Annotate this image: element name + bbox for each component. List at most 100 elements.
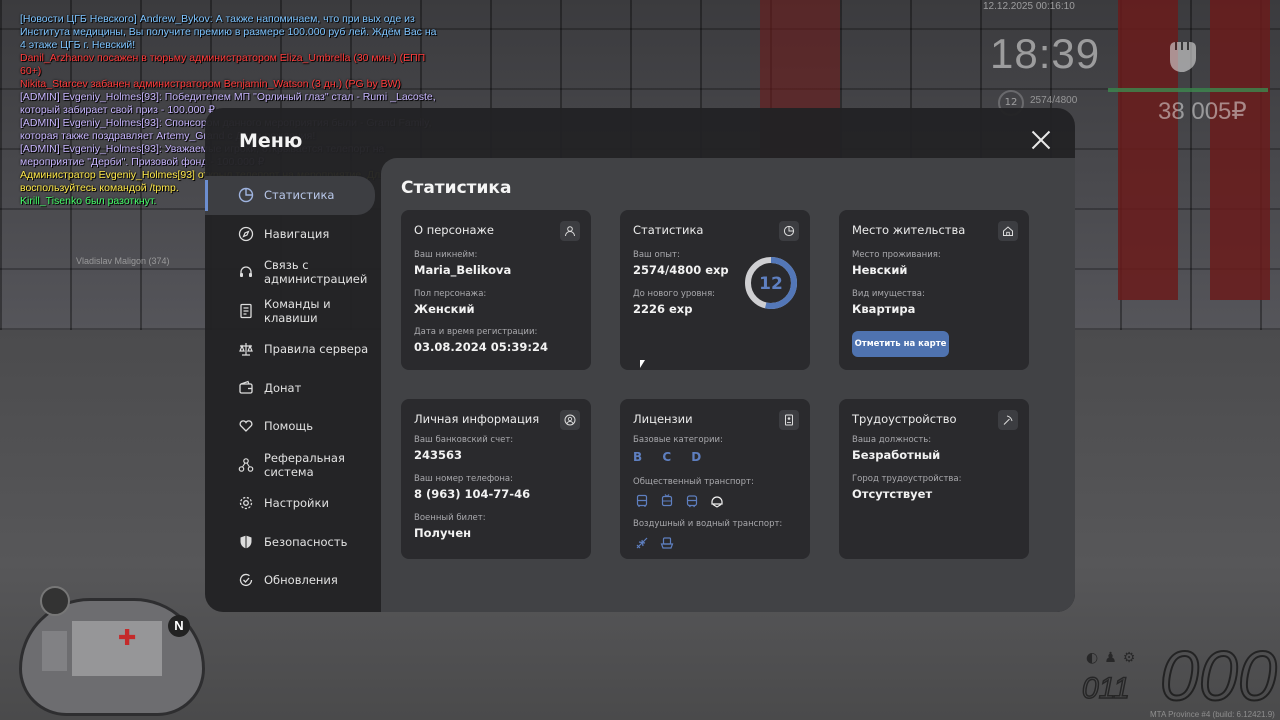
compass-icon: [237, 225, 255, 243]
menu-sidebar: Статистика Навигация Связь с администрац…: [205, 176, 381, 600]
chat-line: Danil_Arzhanov посажен в тюрьму админист…: [20, 52, 429, 77]
sidebar-item-label: Навигация: [264, 226, 330, 241]
field-label: Ваш номер телефона:: [414, 474, 513, 484]
card-title: Место жительства: [852, 223, 966, 237]
sidebar-item-commands[interactable]: Команды и клавиши: [205, 292, 381, 331]
hud-clock: 18:39: [990, 30, 1101, 77]
hospital-icon: ✚: [118, 626, 137, 651]
trolleybus-icon: [658, 492, 675, 509]
heart-hand-icon: [237, 417, 255, 435]
engine-icon: ⚙: [1122, 650, 1142, 666]
sidebar-item-settings[interactable]: Настройки: [205, 484, 381, 523]
phone-value: 8 (963) 104-77-46: [414, 487, 531, 501]
speedometer: 000: [1159, 636, 1278, 716]
field-label: Город трудоустройства:: [852, 474, 962, 484]
sidebar-item-label: Реферальная система: [264, 450, 345, 479]
position-value: Безработный: [852, 448, 941, 462]
helmet-icon: [708, 492, 725, 509]
sidebar-item-label: Правила сервера: [264, 342, 369, 357]
exp-value: 2574/4800 exp: [633, 263, 729, 277]
field-label: Базовые категории:: [633, 435, 723, 445]
personal-info-card: Личная информация Ваш банковский счет: 2…: [401, 399, 591, 559]
hud-money: 38 005₽: [1158, 98, 1247, 125]
sidebar-item-navigation[interactable]: Навигация: [205, 215, 381, 254]
registration-date-value: 03.08.2024 05:39:24: [414, 340, 548, 354]
sidebar-item-donate[interactable]: Донат: [205, 369, 381, 408]
bus-icon: [633, 492, 650, 509]
wallet-icon: [237, 379, 255, 397]
content-panel: Статистика О персонаже Ваш никнейм: Mari…: [381, 158, 1075, 612]
sidebar-item-updates[interactable]: Обновления: [205, 561, 381, 600]
pie-chart-icon: [779, 221, 799, 241]
headset-icon: [237, 263, 255, 281]
scales-icon: [237, 340, 255, 358]
sidebar-item-label: Безопасность: [264, 534, 348, 549]
vehicle-status-icons: ◐♟⚙: [1086, 650, 1141, 666]
field-label: Вид имущества:: [852, 289, 925, 299]
license-categories: B C D: [633, 450, 710, 464]
card-title: Лицензии: [633, 412, 693, 426]
sidebar-item-label: Связь с администрацией: [264, 258, 368, 287]
seatbelt-icon: ♟: [1104, 650, 1123, 666]
stats-icon: [237, 186, 255, 204]
tram-icon: [683, 492, 700, 509]
sidebar-item-referral[interactable]: Реферальная система: [205, 446, 381, 485]
sidebar-item-label: Обновления: [264, 573, 338, 588]
sidebar-item-statistics[interactable]: Статистика: [205, 176, 375, 215]
headlight-icon: ◐: [1086, 650, 1105, 666]
mark-on-map-button[interactable]: Отметить на карте: [852, 331, 949, 357]
statistics-card: Статистика Ваш опыт: 2574/4800 exp До но…: [620, 210, 810, 370]
sidebar-item-label: Статистика: [264, 188, 335, 203]
plane-icon: [633, 534, 650, 551]
sidebar-item-rules[interactable]: Правила сервера: [205, 330, 381, 369]
boat-icon: [658, 534, 675, 551]
sidebar-item-admin-contact[interactable]: Связь с администрацией: [205, 253, 381, 292]
field-label: Военный билет:: [414, 513, 486, 523]
close-button[interactable]: [1031, 130, 1051, 150]
player-nametag: Vladislav Maligon (374): [76, 256, 170, 266]
updates-icon: [237, 571, 255, 589]
next-level-value: 2226 exp: [633, 302, 693, 316]
sidebar-item-label: Помощь: [264, 419, 314, 434]
sidebar-item-help[interactable]: Помощь: [205, 407, 381, 446]
radar-waypoint-icon: [40, 586, 70, 616]
licenses-card: Лицензии Базовые категории: B C D Общест…: [620, 399, 810, 559]
building-red-wall: [1210, 0, 1270, 300]
sidebar-item-label: Донат: [264, 380, 302, 395]
user-icon: [560, 221, 580, 241]
map-block: [72, 621, 162, 676]
field-label: Ваш опыт:: [633, 250, 680, 260]
menu-title: Меню: [239, 130, 303, 152]
field-label: Пол персонажа:: [414, 289, 487, 299]
sidebar-item-label: Настройки: [264, 496, 329, 511]
sidebar-item-label: Команды и клавиши: [264, 296, 331, 325]
sidebar-item-security[interactable]: Безопасность: [205, 523, 381, 562]
user-circle-icon: [560, 410, 580, 430]
residence-card: Место жительства Место проживания: Невск…: [839, 210, 1029, 370]
character-card: О персонаже Ваш никнейм: Maria_Belikova …: [401, 210, 591, 370]
bank-account-value: 243563: [414, 448, 463, 462]
id-card-icon: [779, 410, 799, 430]
build-info: MTA Province #4 (build: 6.12421.9): [1150, 710, 1275, 719]
nickname-value: Maria_Belikova: [414, 263, 512, 277]
map-block: [42, 631, 67, 671]
referral-icon: [237, 456, 255, 474]
card-title: Личная информация: [414, 412, 540, 426]
employment-city-value: Отсутствует: [852, 487, 933, 501]
chat-line: Nikita_Starcev забанен администратором B…: [20, 78, 402, 90]
mouse-cursor: [640, 360, 645, 368]
chat-line: [Новости ЦГБ Невского] Andrew_Bykov: А т…: [20, 13, 440, 51]
card-title: О персонаже: [414, 223, 494, 237]
field-label: До нового уровня:: [633, 289, 716, 299]
pickaxe-icon: [998, 410, 1018, 430]
content-title: Статистика: [401, 178, 512, 198]
gear-icon: [237, 494, 255, 512]
gender-value: Женский: [414, 302, 475, 316]
employment-card: Трудоустройство Ваша должность: Безработ…: [839, 399, 1029, 559]
home-icon: [998, 221, 1018, 241]
fist-icon: [1170, 42, 1196, 72]
fuel-gauge: 011: [1081, 671, 1130, 706]
field-label: Место проживания:: [852, 250, 941, 260]
level-number: 12: [759, 274, 783, 294]
card-title: Трудоустройство: [852, 412, 957, 426]
